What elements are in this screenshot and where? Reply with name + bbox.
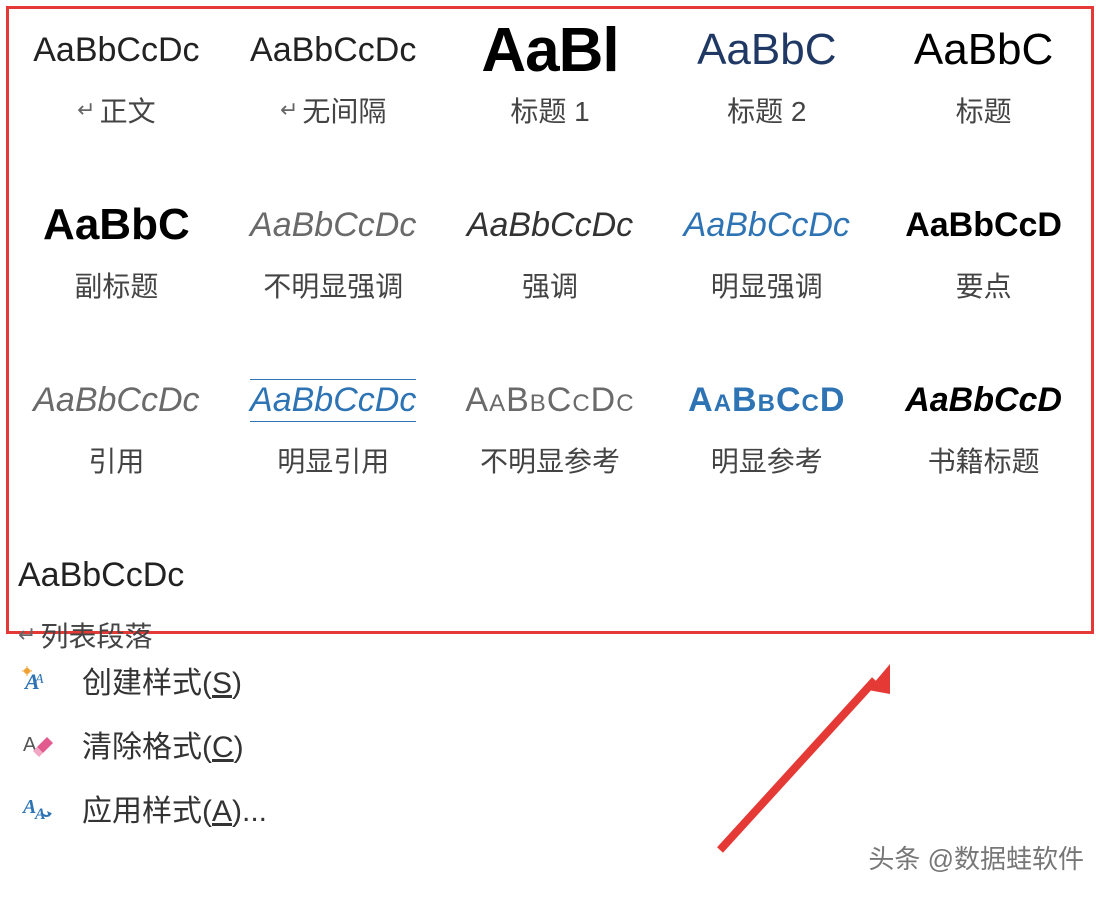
apply-styles-icon: A A — [18, 790, 58, 826]
style-name-label: 明显强调 — [711, 265, 823, 305]
create-style-icon: A A — [18, 662, 58, 698]
style-item-7[interactable]: AaBbCcDc强调 — [444, 185, 657, 335]
style-item-9[interactable]: AaBbCcD要点 — [877, 185, 1090, 335]
create-style-menu-item[interactable]: A A 创建样式(S) — [10, 648, 1090, 712]
style-item-13[interactable]: AaBbCcD明显参考 — [660, 360, 873, 510]
style-item-5[interactable]: AaBbC副标题 — [10, 185, 223, 335]
style-preview: AaBbC — [877, 10, 1090, 90]
style-preview: AaBbCcD — [877, 185, 1090, 265]
style-name-label: 标题 — [956, 90, 1012, 130]
clear-formatting-icon: A — [18, 726, 58, 762]
create-style-label: 创建样式(S) — [82, 658, 242, 702]
style-name-label: 不明显强调 — [263, 265, 403, 305]
style-preview: AaBbC — [10, 185, 223, 265]
style-item-1[interactable]: AaBbCcDc↵无间隔 — [227, 10, 440, 160]
style-preview: AaBbCcDc — [227, 360, 440, 440]
style-preview: AaBbCcDc — [18, 535, 223, 615]
style-item-2[interactable]: AaBl标题 1 — [444, 10, 657, 160]
style-item-11[interactable]: AaBbCcDc明显引用 — [227, 360, 440, 510]
style-preview: AaBbCcDc — [10, 360, 223, 440]
style-preview: AaBbCcDc — [227, 185, 440, 265]
style-item-6[interactable]: AaBbCcDc不明显强调 — [227, 185, 440, 335]
style-name-label: 副标题 — [74, 265, 158, 305]
paragraph-mark-icon: ↵ — [77, 97, 95, 123]
style-preview: AaBbC — [660, 10, 873, 90]
style-item-8[interactable]: AaBbCcDc明显强调 — [660, 185, 873, 335]
style-item-12[interactable]: AaBbCcDc不明显参考 — [444, 360, 657, 510]
style-name-label: 强调 — [522, 265, 578, 305]
styles-menu: A A 创建样式(S) A 清除格式(C) A A — [10, 648, 1090, 840]
style-preview: AaBbCcDc — [444, 360, 657, 440]
style-item-4[interactable]: AaBbC标题 — [877, 10, 1090, 160]
style-name-label: 明显引用 — [277, 440, 389, 480]
apply-styles-menu-item[interactable]: A A 应用样式(A)... — [10, 776, 1090, 840]
style-item-0[interactable]: AaBbCcDc↵正文 — [10, 10, 223, 160]
style-name-label: 不明显参考 — [480, 440, 620, 480]
style-preview: AaBbCcD — [877, 360, 1090, 440]
paragraph-mark-icon: ↵ — [18, 622, 36, 648]
style-preview: AaBl — [444, 10, 657, 90]
style-preview: AaBbCcDc — [227, 10, 440, 90]
style-name-label: ↵正文 — [77, 90, 155, 130]
style-name-label: ↵无间隔 — [280, 90, 386, 130]
style-name-label: 引用 — [88, 440, 144, 480]
style-name-label: 书籍标题 — [928, 440, 1040, 480]
style-name-label: 标题 2 — [727, 90, 806, 130]
style-preview: AaBbCcDc — [10, 10, 223, 90]
clear-formatting-menu-item[interactable]: A 清除格式(C) — [10, 712, 1090, 776]
clear-formatting-label: 清除格式(C) — [82, 722, 244, 766]
style-name-label: 要点 — [956, 265, 1012, 305]
style-item-14[interactable]: AaBbCcD书籍标题 — [877, 360, 1090, 510]
svg-text:A: A — [34, 672, 44, 687]
style-preview: AaBbCcDc — [660, 185, 873, 265]
style-item-10[interactable]: AaBbCcDc引用 — [10, 360, 223, 510]
style-preview: AaBbCcDc — [444, 185, 657, 265]
style-name-label: 标题 1 — [510, 90, 589, 130]
watermark-text: 头条 @数据蛙软件 — [868, 839, 1084, 876]
apply-styles-label: 应用样式(A)... — [82, 786, 267, 830]
style-name-label: 明显参考 — [711, 440, 823, 480]
styles-gallery: AaBbCcDc↵正文AaBbCcDc↵无间隔AaBl标题 1AaBbC标题 2… — [10, 10, 1090, 685]
style-preview: AaBbCcD — [660, 360, 873, 440]
style-item-3[interactable]: AaBbC标题 2 — [660, 10, 873, 160]
paragraph-mark-icon: ↵ — [280, 97, 298, 123]
